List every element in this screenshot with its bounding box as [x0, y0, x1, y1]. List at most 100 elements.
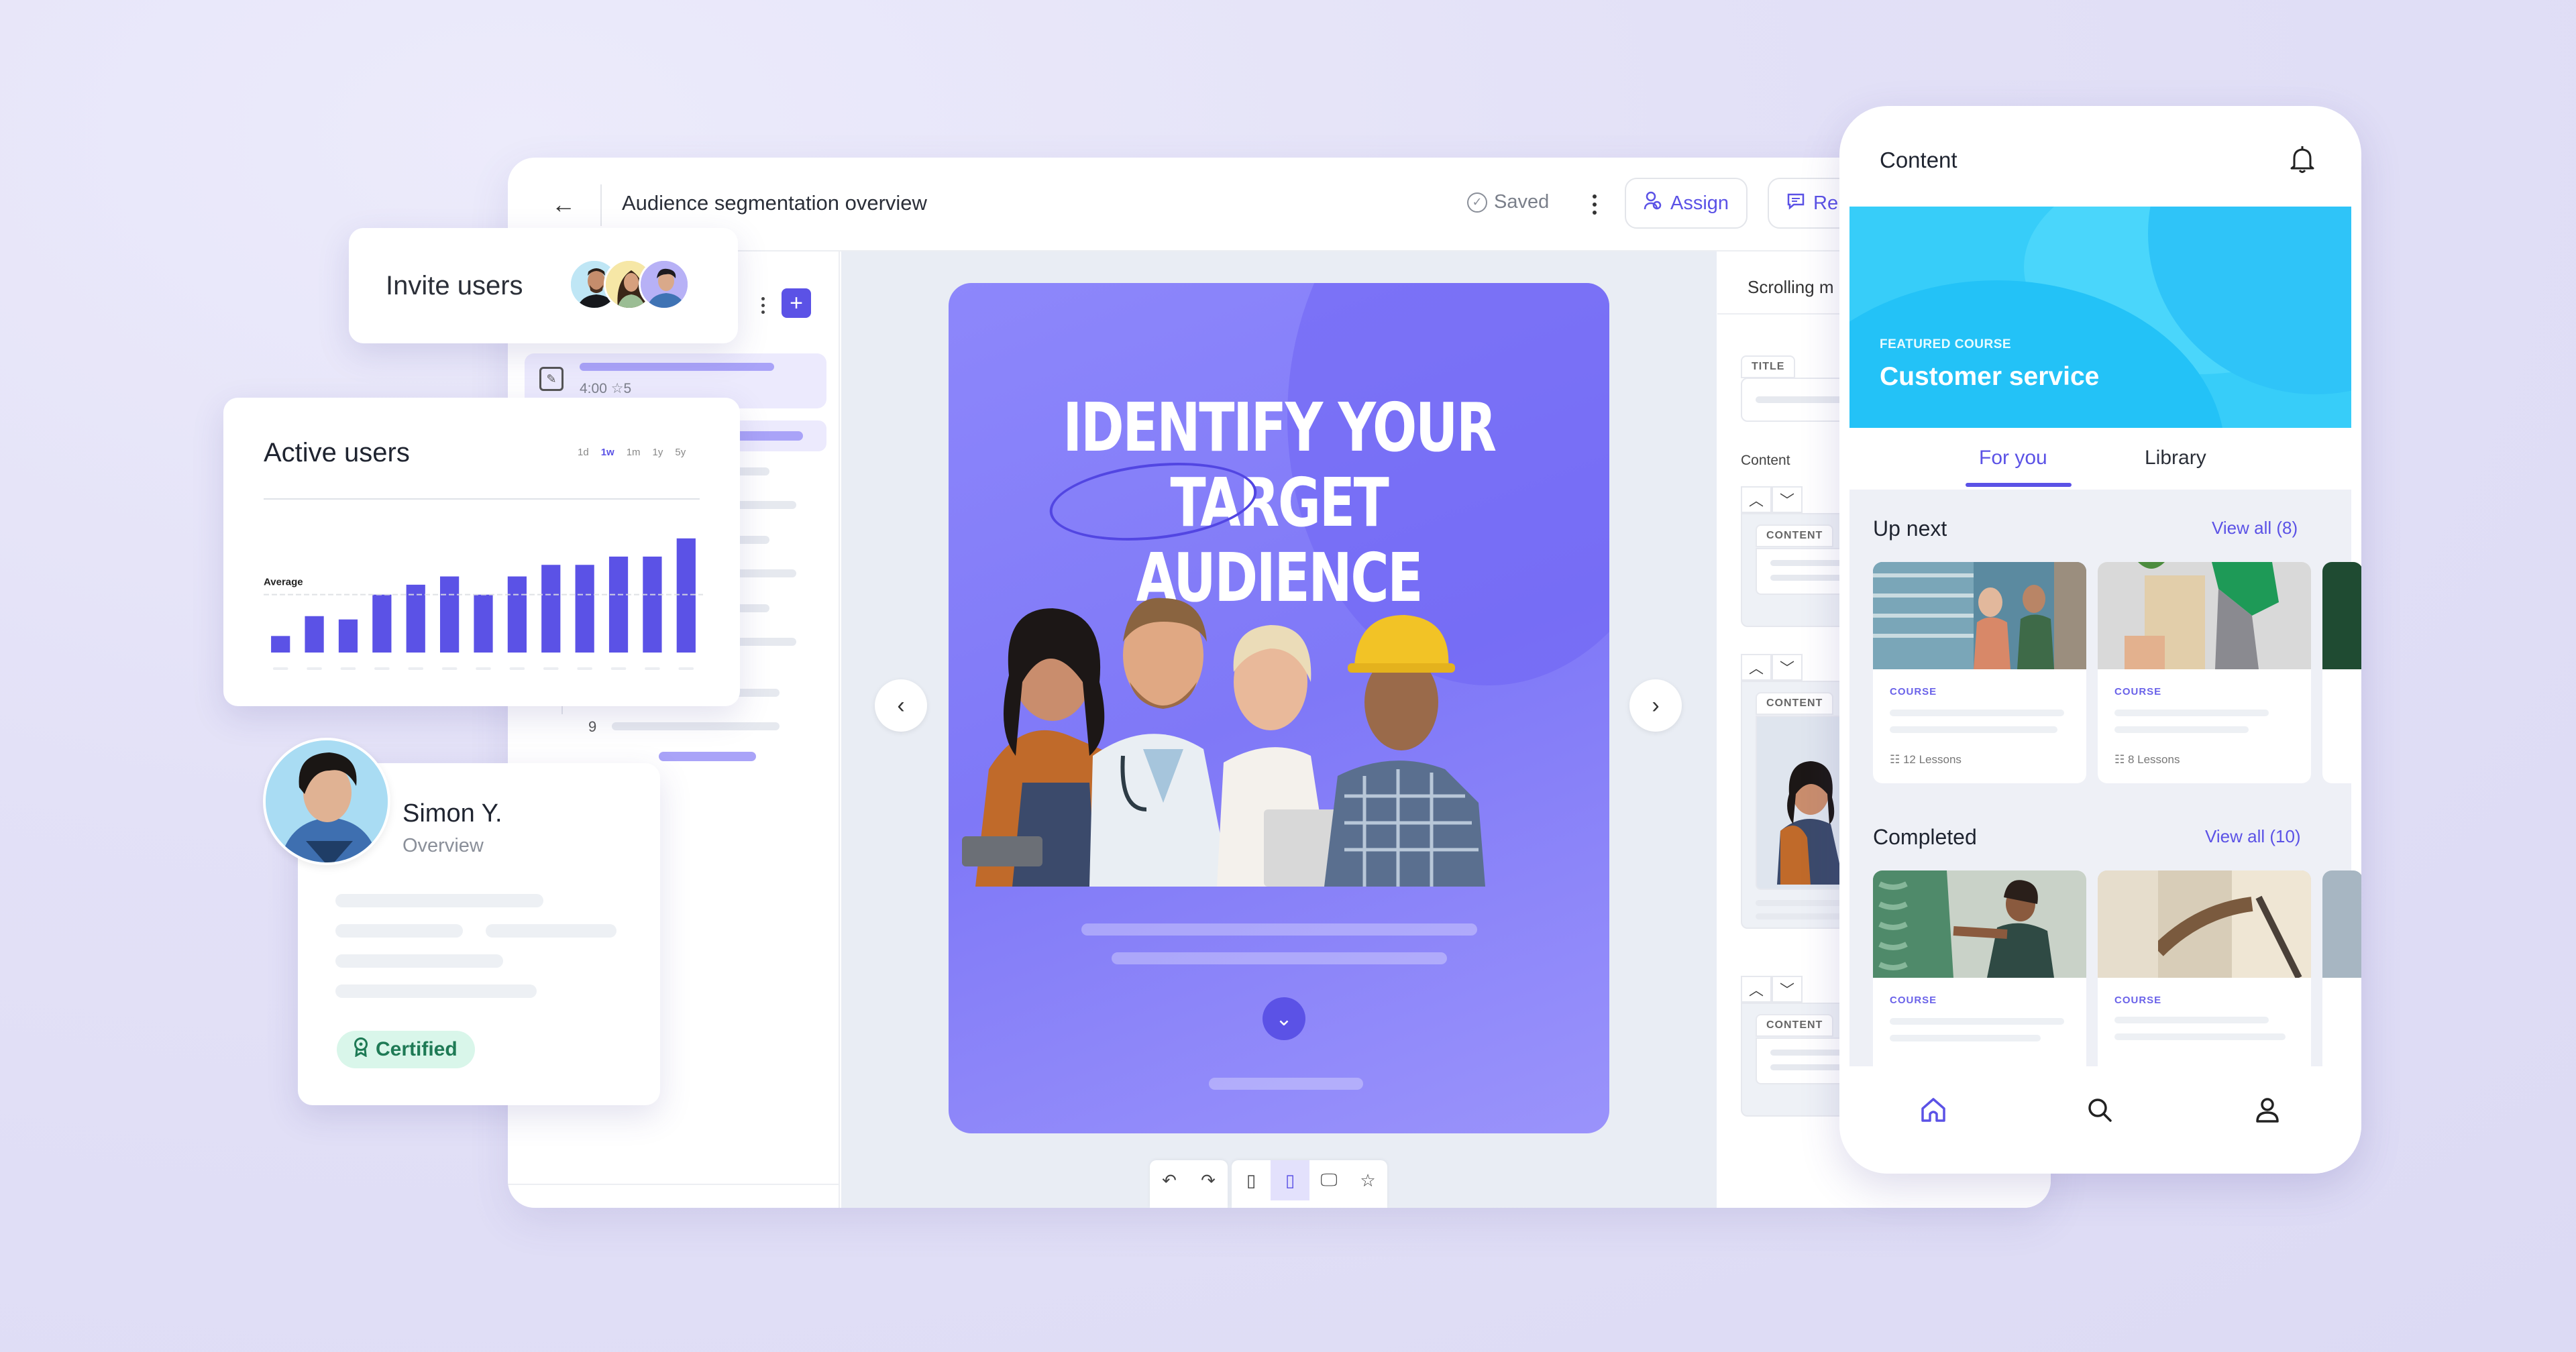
course-card[interactable]: COURSE ☷ 12 Lessons [1873, 562, 2086, 783]
slide-preview[interactable]: IDENTIFY YOUR TARGET AUDIENCE ⌄ [949, 283, 1609, 1133]
chevron-right-icon: › [1652, 692, 1660, 718]
course-line [1890, 710, 2064, 716]
saved-status: ✓ Saved [1467, 191, 1549, 213]
tab-library[interactable]: Library [2145, 447, 2206, 469]
props-title: Scrolling m [1748, 277, 1834, 297]
range-tab-5y[interactable]: 5y [675, 447, 686, 458]
profile-subtitle: Overview [402, 835, 484, 856]
row-number: 9 [588, 718, 597, 735]
range-tab-1w[interactable]: 1w [601, 447, 614, 458]
move-up-button[interactable]: ︿ [1741, 486, 1772, 513]
invite-users-label: Invite users [386, 271, 523, 300]
check-circle-icon: ✓ [1467, 192, 1487, 213]
slide-title-line-1: IDENTIFY YOUR [1063, 388, 1497, 467]
move-down-button[interactable]: ﹀ [1772, 654, 1803, 681]
reorder-controls: ︿ ﹀ [1741, 486, 1803, 513]
home-icon[interactable] [1913, 1090, 1953, 1130]
course-card-partial[interactable] [2322, 562, 2361, 783]
arrow-left-icon: ← [551, 190, 576, 218]
move-up-button[interactable]: ︿ [1741, 976, 1772, 1003]
course-card-partial[interactable] [2322, 870, 2361, 1092]
lesson-icon: ✎ [539, 367, 564, 391]
header-divider [600, 184, 602, 226]
course-image [1873, 870, 2086, 978]
course-meta: ☷ 8 Lessons [2114, 753, 2180, 767]
award-icon [353, 1037, 369, 1062]
chart-bar [372, 594, 392, 653]
undo-button[interactable]: ↶ [1150, 1160, 1189, 1200]
content-tag: CONTENT [1756, 692, 1834, 715]
chart-bar [338, 619, 358, 653]
canvas-toolbar: ↶ ↷ ▯ ▯ 🖵 ☆ [1150, 1160, 1387, 1208]
scroll-down-button[interactable]: ⌄ [1263, 997, 1305, 1040]
completed-title: Completed [1873, 825, 1977, 849]
lessons-count: 8 Lessons [2127, 753, 2180, 766]
desktop-view-button[interactable]: 🖵 [1309, 1160, 1348, 1200]
mobile-view-button[interactable]: ▯ [1232, 1160, 1271, 1200]
range-tab-1d[interactable]: 1d [578, 447, 589, 458]
tablet-icon: ▯ [1285, 1170, 1295, 1190]
x-tick-label-placeholder [408, 667, 424, 670]
sidebar-line [612, 722, 780, 730]
x-tick-label-placeholder [374, 667, 390, 670]
chart-bar [474, 594, 493, 653]
range-tab-1m[interactable]: 1m [627, 447, 641, 458]
move-up-button[interactable]: ︿ [1741, 654, 1772, 681]
invite-users-card[interactable]: Invite users [349, 228, 738, 343]
phone-bottom-nav [1839, 1066, 2361, 1174]
card-divider [264, 498, 700, 500]
chart-bar [676, 538, 696, 653]
x-tick-label-placeholder [307, 667, 322, 670]
back-button[interactable]: ← [545, 186, 582, 223]
content-tag: CONTENT [1756, 524, 1834, 547]
redo-button[interactable]: ↷ [1189, 1160, 1228, 1200]
profile-line [335, 924, 463, 938]
completed-view-all[interactable]: View all (10) [2205, 826, 2301, 847]
bell-icon[interactable] [2282, 139, 2322, 180]
course-image [2322, 870, 2361, 978]
course-card[interactable]: COURSE [2098, 870, 2311, 1092]
person-blonde [1217, 625, 1338, 887]
range-tab-1y[interactable]: 1y [653, 447, 663, 458]
course-card[interactable]: COURSE ☷ 8 Lessons [2098, 562, 2311, 783]
lessons-icon: ☷ [1890, 753, 1903, 766]
x-tick-label-placeholder [678, 667, 694, 670]
up-next-view-all[interactable]: View all (8) [2212, 518, 2298, 539]
x-tick-label-placeholder [272, 667, 288, 670]
tab-for-you[interactable]: For you [1979, 447, 2047, 469]
active-users-card: Active users 1d 1w 1m 1y 5y Average [223, 398, 740, 706]
course-tag: COURSE [1890, 686, 1937, 697]
profile-name: Simon Y. [402, 799, 502, 828]
reorder-controls: ︿ ﹀ [1741, 654, 1803, 681]
chevron-down-icon: ⌄ [1275, 1007, 1293, 1030]
content-thumbnail [1777, 761, 1844, 885]
next-slide-button[interactable]: › [1629, 679, 1682, 732]
certified-badge: Certified [337, 1031, 475, 1068]
add-item-button[interactable]: + [782, 288, 811, 318]
slide-text-placeholder [1112, 952, 1447, 964]
user-icon[interactable] [2247, 1090, 2288, 1130]
avatar [639, 259, 690, 310]
course-card[interactable]: COURSE [1873, 870, 2086, 1092]
assign-button[interactable]: Assign [1625, 178, 1748, 229]
bar-group [271, 538, 696, 653]
x-tick-label-placeholder [610, 667, 627, 670]
move-down-button[interactable]: ﹀ [1772, 486, 1803, 513]
more-options-button[interactable] [1585, 184, 1605, 225]
chart-bar [575, 565, 594, 653]
previous-slide-button[interactable]: ‹ [875, 679, 927, 732]
tablet-view-button[interactable]: ▯ [1271, 1160, 1309, 1200]
users-icon [1644, 191, 1662, 216]
sidebar-more-button[interactable] [756, 292, 769, 319]
active-tab-indicator [1966, 483, 2072, 487]
course-line [1890, 1035, 2041, 1041]
active-users-title: Active users [264, 438, 410, 467]
course-line [1890, 726, 2057, 733]
favorite-button[interactable]: ☆ [1348, 1160, 1387, 1200]
document-title: Audience segmentation overview [622, 191, 927, 215]
assign-label: Assign [1670, 192, 1729, 214]
search-icon[interactable] [2080, 1090, 2120, 1130]
chevron-left-icon: ‹ [897, 692, 905, 718]
move-down-button[interactable]: ﹀ [1772, 976, 1803, 1003]
featured-course-banner[interactable]: FEATURED COURSE Customer service [1849, 207, 2351, 428]
